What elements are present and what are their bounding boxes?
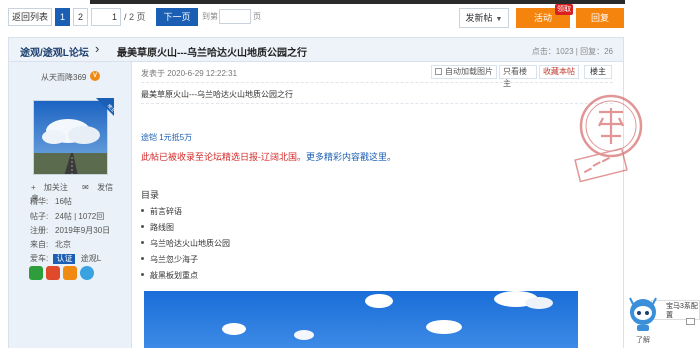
vip-badge: V (90, 71, 100, 81)
forum-breadcrumb[interactable]: 途观/途观L论坛 (20, 44, 89, 59)
thread-title: 最美草原火山---乌兰哈达火山地质公园之行 (117, 48, 307, 59)
stat-value: 24帖 | 1072回 (55, 212, 105, 221)
goto-page-input[interactable] (219, 9, 251, 24)
goto-page-button[interactable]: 页 (253, 8, 261, 26)
post-time: 发表于 2020-6-29 12:22:31 (141, 69, 238, 78)
bullet-icon (141, 273, 144, 276)
bullet-icon (141, 257, 144, 260)
car-model-link[interactable]: 途观L (81, 254, 101, 263)
thread-header: 途观/途观L论坛 › 最美草原火山---乌兰哈达火山地质公园之行 点击：1023… (8, 37, 624, 62)
stat-posts: 帖子: 24帖 | 1072回 (30, 211, 104, 222)
next-page-button[interactable]: 下一页 (156, 8, 198, 26)
pager-toolbar: 返回列表 1 2 1 / 2 页 下一页 到第 页 发新帖 ▼ 活动 领取 回复 (0, 4, 700, 28)
level-medal-icon[interactable] (29, 266, 43, 280)
assistant-bubble[interactable]: 宝马3系配置 (651, 300, 700, 320)
plus-icon: + (31, 183, 38, 192)
thread-stats: 点击：1023 | 回复：26 (532, 46, 613, 57)
stat-value: 2019年9月30日 (55, 226, 111, 235)
divider (141, 82, 613, 83)
car-label: 爱车: (30, 254, 49, 263)
featured-stamp-icon (574, 94, 643, 183)
new-post-button[interactable]: 发新帖 ▼ (459, 8, 509, 28)
back-to-list-button[interactable]: 返回列表 (8, 8, 52, 26)
floating-assistant[interactable]: 宝马3系配置 了解 (628, 296, 700, 348)
toc-item[interactable]: 敲黑板划重点 (141, 270, 341, 281)
page-input[interactable]: 1 (91, 8, 121, 26)
stat-key: 帖子: (30, 212, 49, 221)
top-strip (0, 0, 700, 5)
notice-link[interactable]: 更多精彩内容戳这里。 (306, 152, 396, 162)
toc-heading: 目录 (141, 190, 160, 200)
checkbox[interactable] (435, 68, 442, 75)
page-2-button[interactable]: 2 (73, 8, 88, 26)
bullet-icon (141, 241, 144, 244)
stat-registered: 注册: 2019年9月30日 (30, 225, 110, 236)
car-row: 爱车: 认证 途观L (30, 253, 101, 264)
auto-load-images-toggle[interactable]: 自动加载图片 (431, 65, 497, 79)
post-body: 发表于 2020-6-29 12:22:31 自动加载图片 只看楼主 收藏本帖 … (132, 62, 643, 348)
page-1-button[interactable]: 1 (55, 8, 70, 26)
chevron-right-icon: › (95, 41, 100, 56)
page-total: / 2 页 (124, 12, 146, 22)
floor-owner-ribbon: 楼主 (96, 98, 114, 116)
close-icon[interactable] (686, 318, 695, 325)
robot-icon (629, 297, 657, 331)
chevron-down-icon: ▼ (495, 16, 503, 23)
floor-label: 楼主 (584, 65, 612, 79)
only-host-button[interactable]: 只看楼主 (499, 65, 537, 88)
featured-notice: 此帖已被收录至论坛精选日报-辽阔北国。更多精彩内容戳这里。 (141, 150, 396, 163)
post-medal-icon[interactable] (63, 266, 77, 280)
toc-item[interactable]: 乌兰哈达火山地质公园 (141, 238, 341, 249)
stat-location: 来自: 北京 (30, 239, 71, 250)
certified-badge: 认证 (53, 254, 76, 264)
favorite-button[interactable]: 收藏本帖 (539, 65, 579, 79)
replies-label: 回复： (580, 47, 605, 56)
stat-essence: 精华: 16帖 (30, 196, 72, 207)
goto-label: 到第 (202, 12, 218, 21)
divider (141, 103, 613, 104)
claim-badge[interactable]: 领取 (555, 4, 573, 15)
bullet-icon (141, 225, 144, 228)
bullet-icon (141, 209, 144, 212)
toc-item[interactable]: 前言碎语 (141, 206, 341, 217)
post-photo[interactable] (144, 291, 578, 348)
replies-count: 26 (604, 47, 613, 56)
follow-button[interactable]: + 加关注 (31, 183, 74, 192)
auto-load-images-label: 自动加载图片 (445, 67, 493, 76)
toc-item[interactable]: 乌兰忽少海子 (141, 254, 341, 265)
notice-text: 此帖已被收录至论坛精选日报-辽阔北国。 (141, 152, 306, 162)
new-post-label: 发新帖 (465, 13, 493, 23)
stat-key: 精华: (30, 197, 49, 206)
author-panel: 从天而降369 V 楼主 + 加关注 ✉ 发信息 精华: 16帖 帖子: 24帖 |… (8, 62, 132, 348)
post-title: 最美草原火山---乌兰哈达火山地质公园之行 (141, 90, 293, 99)
author-name[interactable]: 从天而降369 (41, 72, 86, 83)
promo-link[interactable]: 途铠 1元抵5万 (141, 132, 192, 143)
reply-button[interactable]: 回复 (576, 8, 624, 28)
views-label: 点击： (531, 47, 556, 56)
stat-value: 16帖 (55, 197, 72, 206)
assistant-label[interactable]: 了解 (636, 335, 650, 345)
stat-value: 北京 (55, 240, 71, 249)
stat-key: 注册: (30, 226, 49, 235)
views-count: 1023 (555, 47, 574, 56)
stat-key: 来自: (30, 240, 49, 249)
mail-icon: ✉ (82, 183, 92, 192)
vip-medal-icon[interactable] (46, 266, 60, 280)
toc-item[interactable]: 路线图 (141, 222, 341, 233)
cloud-medal-icon[interactable] (80, 266, 94, 280)
